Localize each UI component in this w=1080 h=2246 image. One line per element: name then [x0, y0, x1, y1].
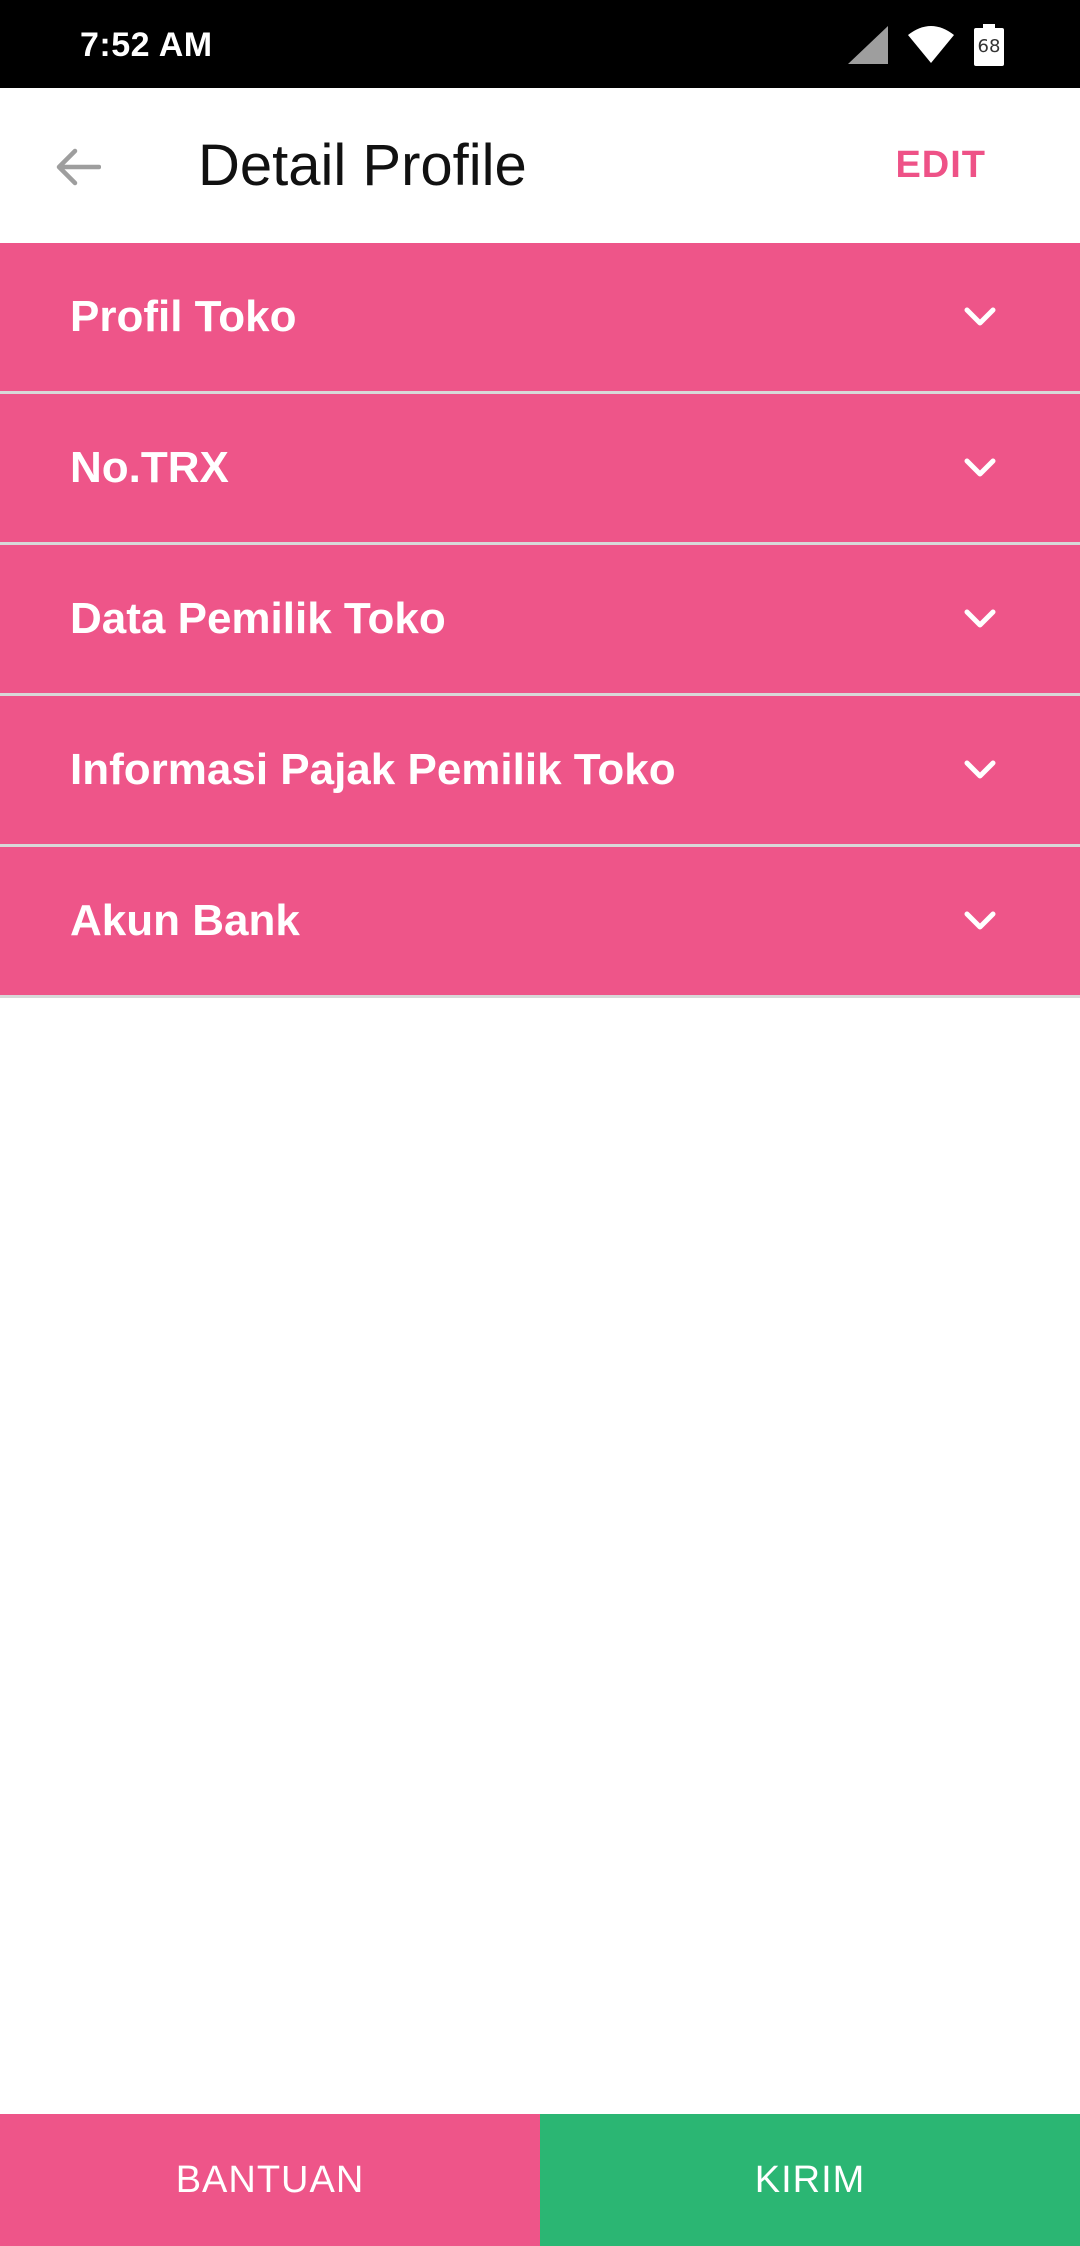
arrow-left-icon: [56, 148, 101, 186]
section-informasi-pajak[interactable]: Informasi Pajak Pemilik Toko: [0, 696, 1080, 847]
section-akun-bank[interactable]: Akun Bank: [0, 847, 1080, 998]
chevron-down-icon: [962, 752, 998, 788]
battery-icon: 68: [974, 24, 1004, 66]
section-no-trx[interactable]: No.TRX: [0, 394, 1080, 545]
section-label: Data Pemilik Toko: [70, 594, 446, 643]
status-time: 7:52 AM: [80, 26, 213, 64]
edit-button[interactable]: EDIT: [895, 144, 986, 187]
chevron-down-icon: [962, 903, 998, 939]
signal-icon: [848, 26, 888, 64]
section-label: No.TRX: [70, 443, 229, 492]
back-button[interactable]: [48, 138, 106, 196]
profile-sections: Profil Toko No.TRX Data Pemilik Toko Inf…: [0, 243, 1080, 998]
section-data-pemilik-toko[interactable]: Data Pemilik Toko: [0, 545, 1080, 696]
submit-button[interactable]: KIRIM: [540, 2114, 1080, 2246]
wifi-icon: ↑↓: [906, 25, 956, 65]
status-icons: ↑↓ 68: [848, 24, 1004, 66]
page-title: Detail Profile: [198, 133, 527, 198]
section-label: Akun Bank: [70, 896, 300, 945]
section-label: Profil Toko: [70, 292, 297, 341]
status-bar: 7:52 AM ↑↓ 68: [0, 0, 1080, 88]
section-label: Informasi Pajak Pemilik Toko: [70, 745, 676, 794]
chevron-down-icon: [962, 601, 998, 637]
chevron-down-icon: [962, 299, 998, 335]
section-profil-toko[interactable]: Profil Toko: [0, 243, 1080, 394]
bottom-action-bar: BANTUAN KIRIM: [0, 2114, 1080, 2246]
app-bar: Detail Profile EDIT: [0, 88, 1080, 243]
help-button[interactable]: BANTUAN: [0, 2114, 540, 2246]
battery-level: 68: [977, 36, 1001, 57]
svg-text:↑↓: ↑↓: [936, 50, 956, 64]
chevron-down-icon: [962, 450, 998, 486]
